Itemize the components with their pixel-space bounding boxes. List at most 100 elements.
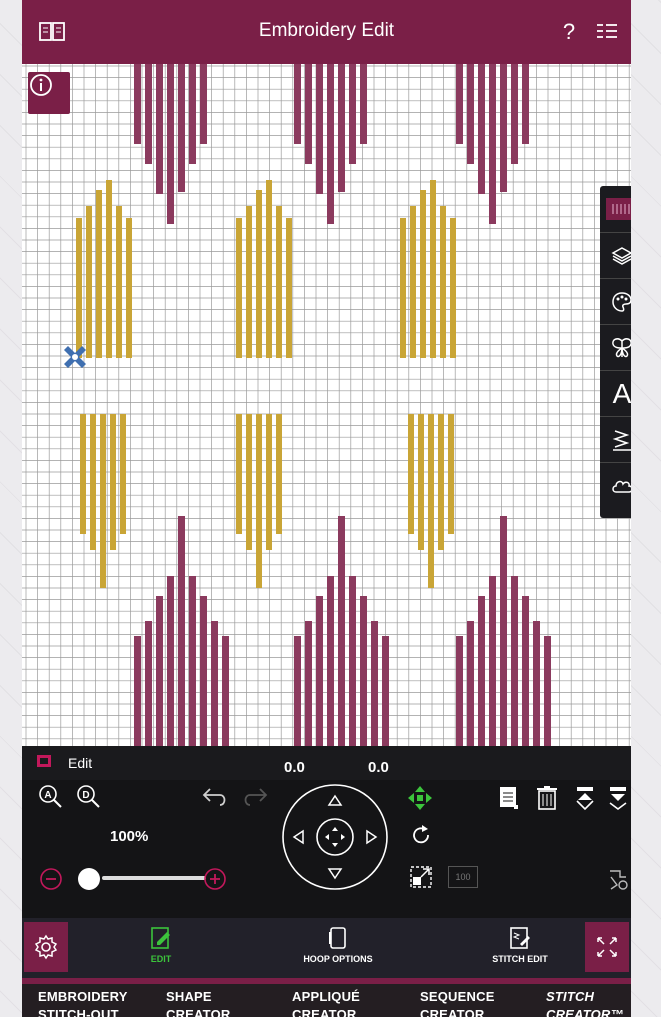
stitch-bar xyxy=(100,414,106,588)
stitch-bar xyxy=(167,576,174,746)
stitch-design xyxy=(22,64,631,746)
stitch-bar xyxy=(456,64,463,144)
stitch-bar xyxy=(478,64,485,194)
stitch-bar xyxy=(286,218,292,358)
stitch-bar xyxy=(96,190,102,358)
stitch-bar xyxy=(222,636,229,746)
stitch-bar xyxy=(360,596,367,746)
stitch-bar xyxy=(276,206,282,358)
section-embroidery-stitch-out[interactable]: EMBROIDERY STITCH-OUT xyxy=(38,988,128,1017)
stitch-bar xyxy=(200,64,207,144)
side-toolbar: A xyxy=(600,186,631,518)
section-line1: SHAPE xyxy=(166,989,212,1004)
zoom-to-all-icon[interactable]: A xyxy=(36,782,64,810)
move-dpad[interactable] xyxy=(280,782,390,892)
stitch-bar xyxy=(178,516,185,746)
stitch-bar xyxy=(382,636,389,746)
stitch-edit-icon xyxy=(510,927,530,949)
list-menu-icon[interactable] xyxy=(589,14,625,50)
stitch-bar xyxy=(156,596,163,746)
rotate-icon[interactable] xyxy=(408,822,434,848)
section-sequence-creator[interactable]: SEQUENCE CREATOR xyxy=(420,988,495,1017)
zoom-out-icon[interactable] xyxy=(38,866,64,892)
tab-stitch-edit[interactable]: STITCH EDIT xyxy=(480,926,560,976)
text-tool[interactable]: A xyxy=(600,370,631,416)
stitch-bar xyxy=(246,206,252,358)
active-section-bar xyxy=(22,978,631,984)
stitch-bar xyxy=(327,64,334,224)
design-position-marker-icon[interactable] xyxy=(60,342,90,372)
stitch-bar xyxy=(189,576,196,746)
stitch-bar xyxy=(134,64,141,144)
section-applique-creator[interactable]: APPLIQUÉ CREATOR xyxy=(292,988,360,1017)
zoom-in-icon[interactable] xyxy=(202,866,228,892)
stitch-bar xyxy=(428,414,434,588)
background-pattern-left xyxy=(0,0,22,1017)
edit-label: Edit xyxy=(68,755,93,771)
svg-text:A: A xyxy=(44,790,51,801)
help-button[interactable]: ? xyxy=(551,14,587,50)
section-line1: APPLIQUÉ xyxy=(292,989,361,1004)
section-shape-creator[interactable]: SHAPE CREATOR xyxy=(166,988,230,1017)
background-pattern-right xyxy=(631,0,661,1017)
stitch-bar xyxy=(467,64,474,164)
x-coordinate: 0.0 xyxy=(284,759,305,776)
settings-button[interactable] xyxy=(24,922,68,972)
section-line1: STITCH xyxy=(546,989,595,1004)
move-up-stack-icon[interactable] xyxy=(572,784,598,812)
stitch-bar xyxy=(467,621,474,746)
stitch-bar xyxy=(189,64,196,164)
trash-icon[interactable] xyxy=(534,784,560,812)
scale-badge[interactable]: 100 xyxy=(448,866,478,888)
section-line2: CREATOR xyxy=(292,1007,357,1017)
zoom-slider-track[interactable] xyxy=(102,876,206,880)
embroidery-app: Embroidery Edit ? A Edit 0.0 0.0 A D 100… xyxy=(22,0,631,1017)
machine-icon[interactable] xyxy=(606,864,630,892)
stitch-bar xyxy=(438,414,444,550)
edit-panel: Edit 0.0 0.0 A D 100 100% xyxy=(22,746,631,918)
stitch-bar xyxy=(110,414,116,550)
stitch-bar xyxy=(90,414,96,550)
stitch-bar xyxy=(76,218,82,358)
stitch-bar xyxy=(522,64,529,144)
stitch-bar xyxy=(126,218,132,358)
zoom-to-design-icon[interactable]: D xyxy=(74,782,102,810)
section-line1: EMBROIDERY xyxy=(38,989,128,1004)
stitch-bar xyxy=(349,576,356,746)
stitch-bar xyxy=(316,64,323,194)
tab-edit[interactable]: EDIT xyxy=(136,926,186,976)
page-title: Embroidery Edit xyxy=(258,20,395,41)
color-palette-icon[interactable] xyxy=(600,278,631,324)
layers-icon[interactable] xyxy=(600,232,631,278)
stitch-bar xyxy=(116,206,122,358)
edit-flag-icon xyxy=(36,754,52,768)
section-tabs: EMBROIDERY STITCH-OUT SHAPE CREATOR APPL… xyxy=(22,986,631,1017)
stitch-bar xyxy=(145,621,152,746)
tab-stitch-edit-label: STITCH EDIT xyxy=(492,954,548,964)
section-stitch-creator[interactable]: STITCH CREATOR™ xyxy=(546,988,624,1017)
embroidery-canvas[interactable] xyxy=(22,64,631,746)
edit-panel-header xyxy=(22,746,631,780)
design-motif-icon[interactable] xyxy=(600,324,631,370)
move-arrows-icon[interactable] xyxy=(406,784,434,812)
color-thread-tool[interactable] xyxy=(600,186,631,232)
tab-hoop-options[interactable]: HOOP OPTIONS xyxy=(286,926,390,976)
stitch-bar xyxy=(450,218,456,358)
resize-icon[interactable] xyxy=(408,864,434,890)
fullscreen-button[interactable] xyxy=(585,922,629,972)
zoom-level: 100% xyxy=(110,828,149,845)
gear-icon xyxy=(34,934,58,960)
undo-icon[interactable] xyxy=(198,782,232,810)
move-down-stack-icon[interactable] xyxy=(606,784,630,812)
cloud-shape-icon[interactable] xyxy=(600,462,631,508)
duplicate-icon[interactable] xyxy=(496,784,522,812)
zoom-slider-thumb[interactable] xyxy=(78,868,100,890)
stitch-bar xyxy=(533,621,540,746)
stitch-bar xyxy=(500,64,507,192)
redo-icon[interactable] xyxy=(238,782,272,810)
stitch-bar xyxy=(456,636,463,746)
stitch-line-icon[interactable] xyxy=(600,416,631,462)
stitch-bar xyxy=(408,414,414,534)
stitch-bar xyxy=(400,218,406,358)
info-button[interactable] xyxy=(28,72,70,114)
